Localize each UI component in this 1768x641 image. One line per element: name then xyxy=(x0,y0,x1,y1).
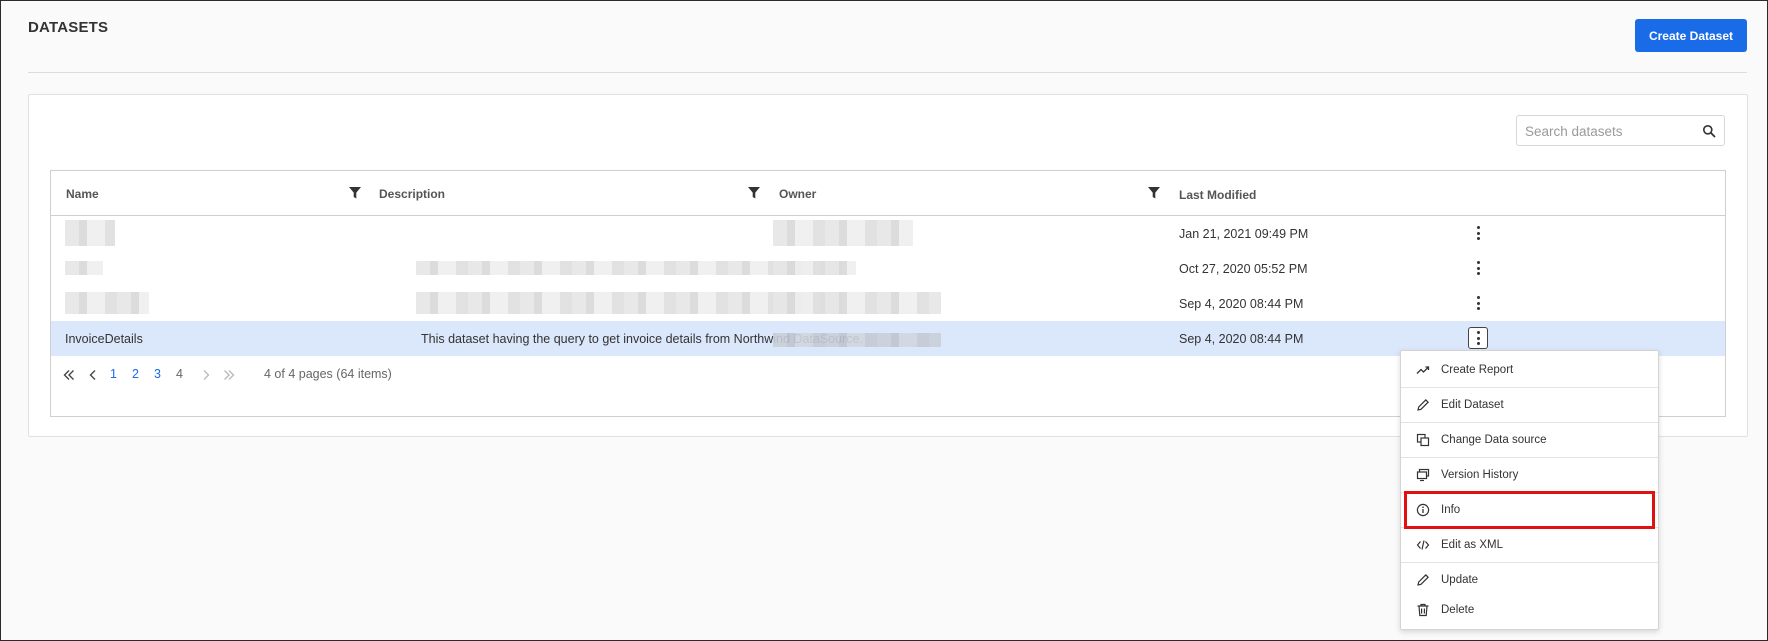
first-page-icon[interactable] xyxy=(63,369,75,381)
menu-item-label: Edit as XML xyxy=(1441,539,1503,551)
grid-header: Name Description Owner Last Modified xyxy=(51,171,1725,216)
column-header-description[interactable]: Description xyxy=(379,171,445,216)
row-actions-icon[interactable] xyxy=(1468,327,1488,349)
last-modified-cell: Oct 27, 2020 05:52 PM xyxy=(1179,261,1308,276)
page-current-4[interactable]: 4 xyxy=(176,367,183,381)
pencil-icon xyxy=(1417,574,1429,586)
history-icon xyxy=(1416,468,1430,482)
last-modified-cell: Jan 21, 2021 09:49 PM xyxy=(1179,226,1309,241)
filter-icon[interactable] xyxy=(1148,187,1160,199)
create-dataset-button[interactable]: Create Dataset xyxy=(1635,19,1747,52)
redacted-name xyxy=(65,220,115,246)
menu-item-edit-dataset[interactable]: Edit Dataset xyxy=(1401,388,1658,422)
menu-item-create-report[interactable]: Create Report xyxy=(1401,353,1658,387)
last-modified-cell: Sep 4, 2020 08:44 PM xyxy=(1179,331,1304,346)
menu-item-update[interactable]: Update xyxy=(1401,563,1658,597)
row-actions-icon[interactable] xyxy=(1468,257,1488,279)
table-row[interactable]: Oct 27, 2020 05:52 PM xyxy=(51,251,1725,286)
page-link-2[interactable]: 2 xyxy=(132,367,139,381)
table-row[interactable]: Sep 4, 2020 08:44 PM xyxy=(51,286,1725,321)
filter-icon[interactable] xyxy=(748,187,760,199)
next-page-icon[interactable] xyxy=(201,369,211,381)
redacted-owner xyxy=(773,292,941,314)
search-icon[interactable] xyxy=(1702,124,1716,138)
row-actions-icon[interactable] xyxy=(1468,292,1488,314)
copy-icon xyxy=(1416,433,1430,447)
page-title: DATASETS xyxy=(28,19,109,36)
table-row[interactable]: Jan 21, 2021 09:49 PM xyxy=(51,216,1725,251)
trend-icon xyxy=(1416,366,1430,374)
column-header-last-modified[interactable]: Last Modified xyxy=(1179,172,1256,217)
menu-item-label: Change Data source xyxy=(1441,434,1547,446)
menu-item-delete[interactable]: Delete xyxy=(1401,593,1658,627)
pencil-icon xyxy=(1417,399,1429,411)
page-link-3[interactable]: 3 xyxy=(154,367,161,381)
menu-item-change-data-source[interactable]: Change Data source xyxy=(1401,423,1658,457)
search-box xyxy=(1516,115,1725,146)
code-icon xyxy=(1416,540,1430,550)
last-modified-cell: Sep 4, 2020 08:44 PM xyxy=(1179,296,1304,311)
column-header-name[interactable]: Name xyxy=(66,171,99,216)
last-page-icon[interactable] xyxy=(223,369,235,381)
search-input[interactable] xyxy=(1525,121,1695,141)
column-header-owner[interactable]: Owner xyxy=(779,171,816,216)
menu-item-label: Info xyxy=(1441,504,1461,516)
menu-item-label: Create Report xyxy=(1441,364,1514,376)
menu-item-label: Edit Dataset xyxy=(1441,399,1504,411)
menu-item-label: Version History xyxy=(1441,469,1519,481)
redacted-owner xyxy=(773,333,941,347)
menu-item-version-history[interactable]: Version History xyxy=(1401,458,1658,492)
menu-item-info[interactable]: Info xyxy=(1401,493,1658,527)
pager-info: 4 of 4 pages (64 items) xyxy=(264,367,392,381)
previous-page-icon[interactable] xyxy=(88,369,98,381)
redacted-name xyxy=(65,261,103,275)
redacted-owner xyxy=(773,220,913,246)
row-actions-icon[interactable] xyxy=(1468,222,1488,244)
page-link-1[interactable]: 1 xyxy=(110,367,117,381)
trash-icon xyxy=(1417,603,1429,617)
row-context-menu: Create Report Edit Dataset Change Data s… xyxy=(1400,350,1659,630)
redacted-name xyxy=(65,292,149,314)
menu-item-label: Delete xyxy=(1441,604,1475,616)
name-cell: InvoiceDetails xyxy=(65,331,143,346)
menu-item-edit-as-xml[interactable]: Edit as XML xyxy=(1401,528,1658,562)
filter-icon[interactable] xyxy=(349,187,361,199)
redacted-owner xyxy=(773,261,856,275)
info-icon xyxy=(1416,503,1430,517)
menu-item-label: Update xyxy=(1441,574,1479,586)
header-divider xyxy=(28,72,1747,73)
